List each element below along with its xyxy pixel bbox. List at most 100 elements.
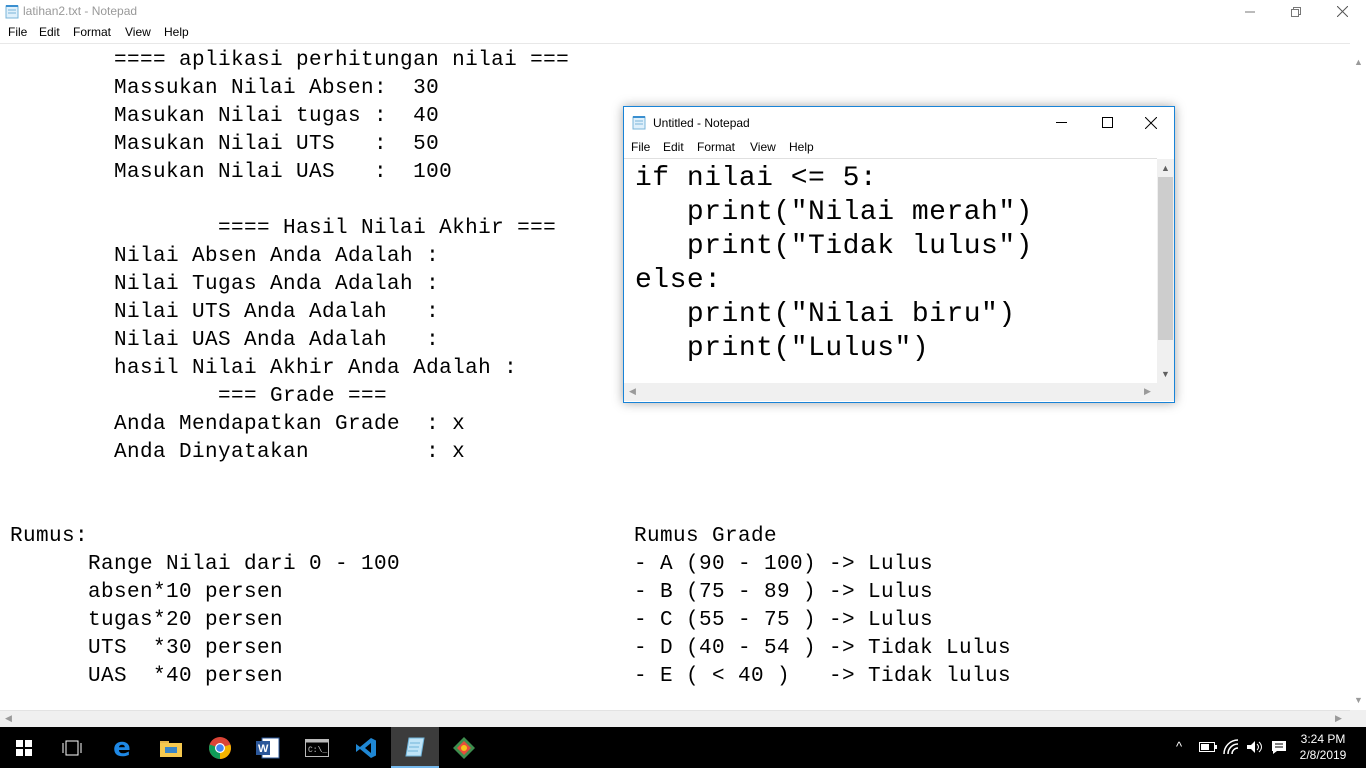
scroll-right-icon[interactable]: ▶ bbox=[1335, 713, 1342, 724]
main-vertical-scrollbar[interactable]: ▲ ▼ bbox=[1350, 43, 1366, 710]
untitled-minimize-button[interactable] bbox=[1038, 107, 1084, 138]
untitled-close-button[interactable] bbox=[1128, 107, 1174, 138]
scroll-up-icon[interactable]: ▲ bbox=[1354, 57, 1363, 67]
system-clock[interactable]: 3:24 PM 2/8/2019 bbox=[1290, 731, 1356, 763]
git-button[interactable] bbox=[440, 727, 488, 768]
main-title-bar[interactable]: latihan2.txt - Notepad bbox=[0, 0, 1366, 23]
menu-file[interactable]: File bbox=[631, 140, 650, 154]
text-line: ==== Hasil Nilai Akhir === bbox=[10, 217, 557, 240]
text-line: Masukan Nilai UAS : 100 bbox=[10, 161, 453, 184]
grade-line: Rumus Grade bbox=[634, 525, 778, 548]
edge-icon: e bbox=[113, 732, 131, 763]
maximize-icon bbox=[1101, 117, 1113, 128]
scroll-down-icon[interactable]: ▼ bbox=[1161, 369, 1170, 379]
main-menu-bar: File Edit Format View Help bbox=[0, 23, 1366, 43]
file-explorer-button[interactable] bbox=[147, 727, 195, 768]
untitled-menu-bar: File Edit Format View Help bbox=[624, 138, 1174, 158]
grade-line: - B (75 - 89 ) -> Lulus bbox=[634, 581, 934, 604]
svg-text:W: W bbox=[258, 743, 269, 755]
volume-icon[interactable] bbox=[1246, 740, 1264, 754]
scroll-down-icon[interactable]: ▼ bbox=[1354, 695, 1363, 705]
code-line: print("Tidak lulus") bbox=[635, 231, 1033, 262]
text-line: Anda Dinyatakan : x bbox=[10, 441, 466, 464]
chevron-up-icon[interactable]: ^ bbox=[1176, 739, 1182, 754]
chrome-button[interactable] bbox=[196, 727, 244, 768]
code-line: if nilai <= 5: bbox=[635, 163, 878, 194]
text-line: Range Nilai dari 0 - 100 bbox=[10, 553, 401, 576]
battery-icon[interactable] bbox=[1199, 741, 1217, 753]
scroll-left-icon[interactable]: ◀ bbox=[629, 386, 636, 397]
menu-file[interactable]: File bbox=[8, 25, 27, 39]
text-line: === Grade === bbox=[10, 385, 388, 408]
vscode-icon bbox=[356, 737, 376, 758]
word-icon: W bbox=[256, 737, 280, 758]
menu-help[interactable]: Help bbox=[164, 25, 189, 39]
restore-button[interactable] bbox=[1273, 0, 1319, 23]
code-line: else: bbox=[635, 265, 722, 296]
action-center-icon[interactable] bbox=[1271, 740, 1287, 755]
text-line: absen*10 persen bbox=[10, 581, 284, 604]
scroll-left-icon[interactable]: ◀ bbox=[5, 713, 12, 724]
scroll-right-icon[interactable]: ▶ bbox=[1144, 386, 1151, 397]
text-line: Nilai UTS Anda Adalah : bbox=[10, 301, 440, 324]
menu-view[interactable]: View bbox=[125, 25, 151, 39]
menu-format[interactable]: Format bbox=[697, 140, 735, 154]
grade-line: - C (55 - 75 ) -> Lulus bbox=[634, 609, 934, 632]
git-icon bbox=[453, 736, 475, 759]
close-icon bbox=[1145, 116, 1157, 129]
menu-edit[interactable]: Edit bbox=[39, 25, 60, 39]
text-line: Anda Mendapatkan Grade : x bbox=[10, 413, 466, 436]
grade-line: - D (40 - 54 ) -> Tidak Lulus bbox=[634, 637, 1012, 660]
code-line: print("Nilai merah") bbox=[635, 197, 1033, 228]
code-line: print("Lulus") bbox=[635, 333, 930, 364]
untitled-title-bar[interactable]: Untitled - Notepad bbox=[624, 107, 1174, 138]
grade-line: - A (90 - 100) -> Lulus bbox=[634, 553, 934, 576]
close-button[interactable] bbox=[1319, 0, 1365, 23]
untitled-horizontal-scrollbar[interactable]: ◀ ▶ bbox=[624, 383, 1157, 401]
text-line: Masukan Nilai UTS : 50 bbox=[10, 133, 440, 156]
word-button[interactable]: W bbox=[244, 727, 292, 768]
vscode-button[interactable] bbox=[342, 727, 390, 768]
untitled-text-area[interactable]: if nilai <= 5: print("Nilai merah") prin… bbox=[624, 158, 1157, 384]
chrome-icon bbox=[209, 736, 231, 759]
notepad-taskbar-button[interactable] bbox=[391, 727, 439, 768]
svg-text:C:\_: C:\_ bbox=[308, 746, 327, 755]
main-horizontal-scrollbar[interactable]: ◀ ▶ bbox=[0, 710, 1350, 728]
untitled-window-title: Untitled - Notepad bbox=[653, 116, 750, 130]
text-line: ==== aplikasi perhitungan nilai === bbox=[10, 49, 570, 72]
minimize-button[interactable] bbox=[1227, 0, 1273, 23]
untitled-maximize-button[interactable] bbox=[1084, 107, 1130, 138]
menu-help[interactable]: Help bbox=[789, 140, 814, 154]
scrollbar-corner bbox=[1350, 710, 1366, 727]
main-window-title: latihan2.txt - Notepad bbox=[23, 4, 138, 18]
text-line: Nilai Absen Anda Adalah : bbox=[10, 245, 440, 268]
command-prompt-button[interactable]: C:\_ bbox=[293, 727, 341, 768]
menu-edit[interactable]: Edit bbox=[663, 140, 684, 154]
folder-icon bbox=[160, 740, 182, 757]
text-line: Rumus: bbox=[10, 525, 89, 548]
terminal-icon: C:\_ bbox=[305, 738, 329, 757]
untitled-scroll-thumb[interactable] bbox=[1158, 177, 1173, 340]
menu-format[interactable]: Format bbox=[73, 25, 111, 39]
task-view-icon bbox=[62, 740, 82, 755]
windows-logo-icon bbox=[16, 739, 32, 756]
clock-date: 2/8/2019 bbox=[1299, 748, 1347, 762]
task-view-button[interactable] bbox=[48, 727, 96, 768]
start-button[interactable] bbox=[0, 727, 48, 768]
code-line: print("Nilai biru") bbox=[635, 299, 1016, 330]
resize-grip[interactable] bbox=[1157, 383, 1174, 401]
restore-icon bbox=[1291, 6, 1301, 17]
untitled-notepad-window[interactable]: Untitled - Notepad File Edit Format View… bbox=[623, 106, 1175, 403]
text-line: UTS *30 persen bbox=[10, 637, 284, 660]
notepad-app-icon bbox=[632, 116, 646, 130]
close-icon bbox=[1336, 6, 1348, 17]
minimize-icon bbox=[1055, 122, 1067, 123]
clock-time: 3:24 PM bbox=[1300, 732, 1346, 746]
scroll-up-icon[interactable]: ▲ bbox=[1161, 163, 1170, 173]
grade-line: - E ( < 40 ) -> Tidak lulus bbox=[634, 665, 1012, 688]
minimize-icon bbox=[1245, 11, 1255, 12]
wifi-icon[interactable] bbox=[1223, 739, 1239, 755]
menu-view[interactable]: View bbox=[750, 140, 776, 154]
notepad-icon bbox=[405, 737, 425, 756]
edge-button[interactable]: e bbox=[98, 727, 146, 768]
